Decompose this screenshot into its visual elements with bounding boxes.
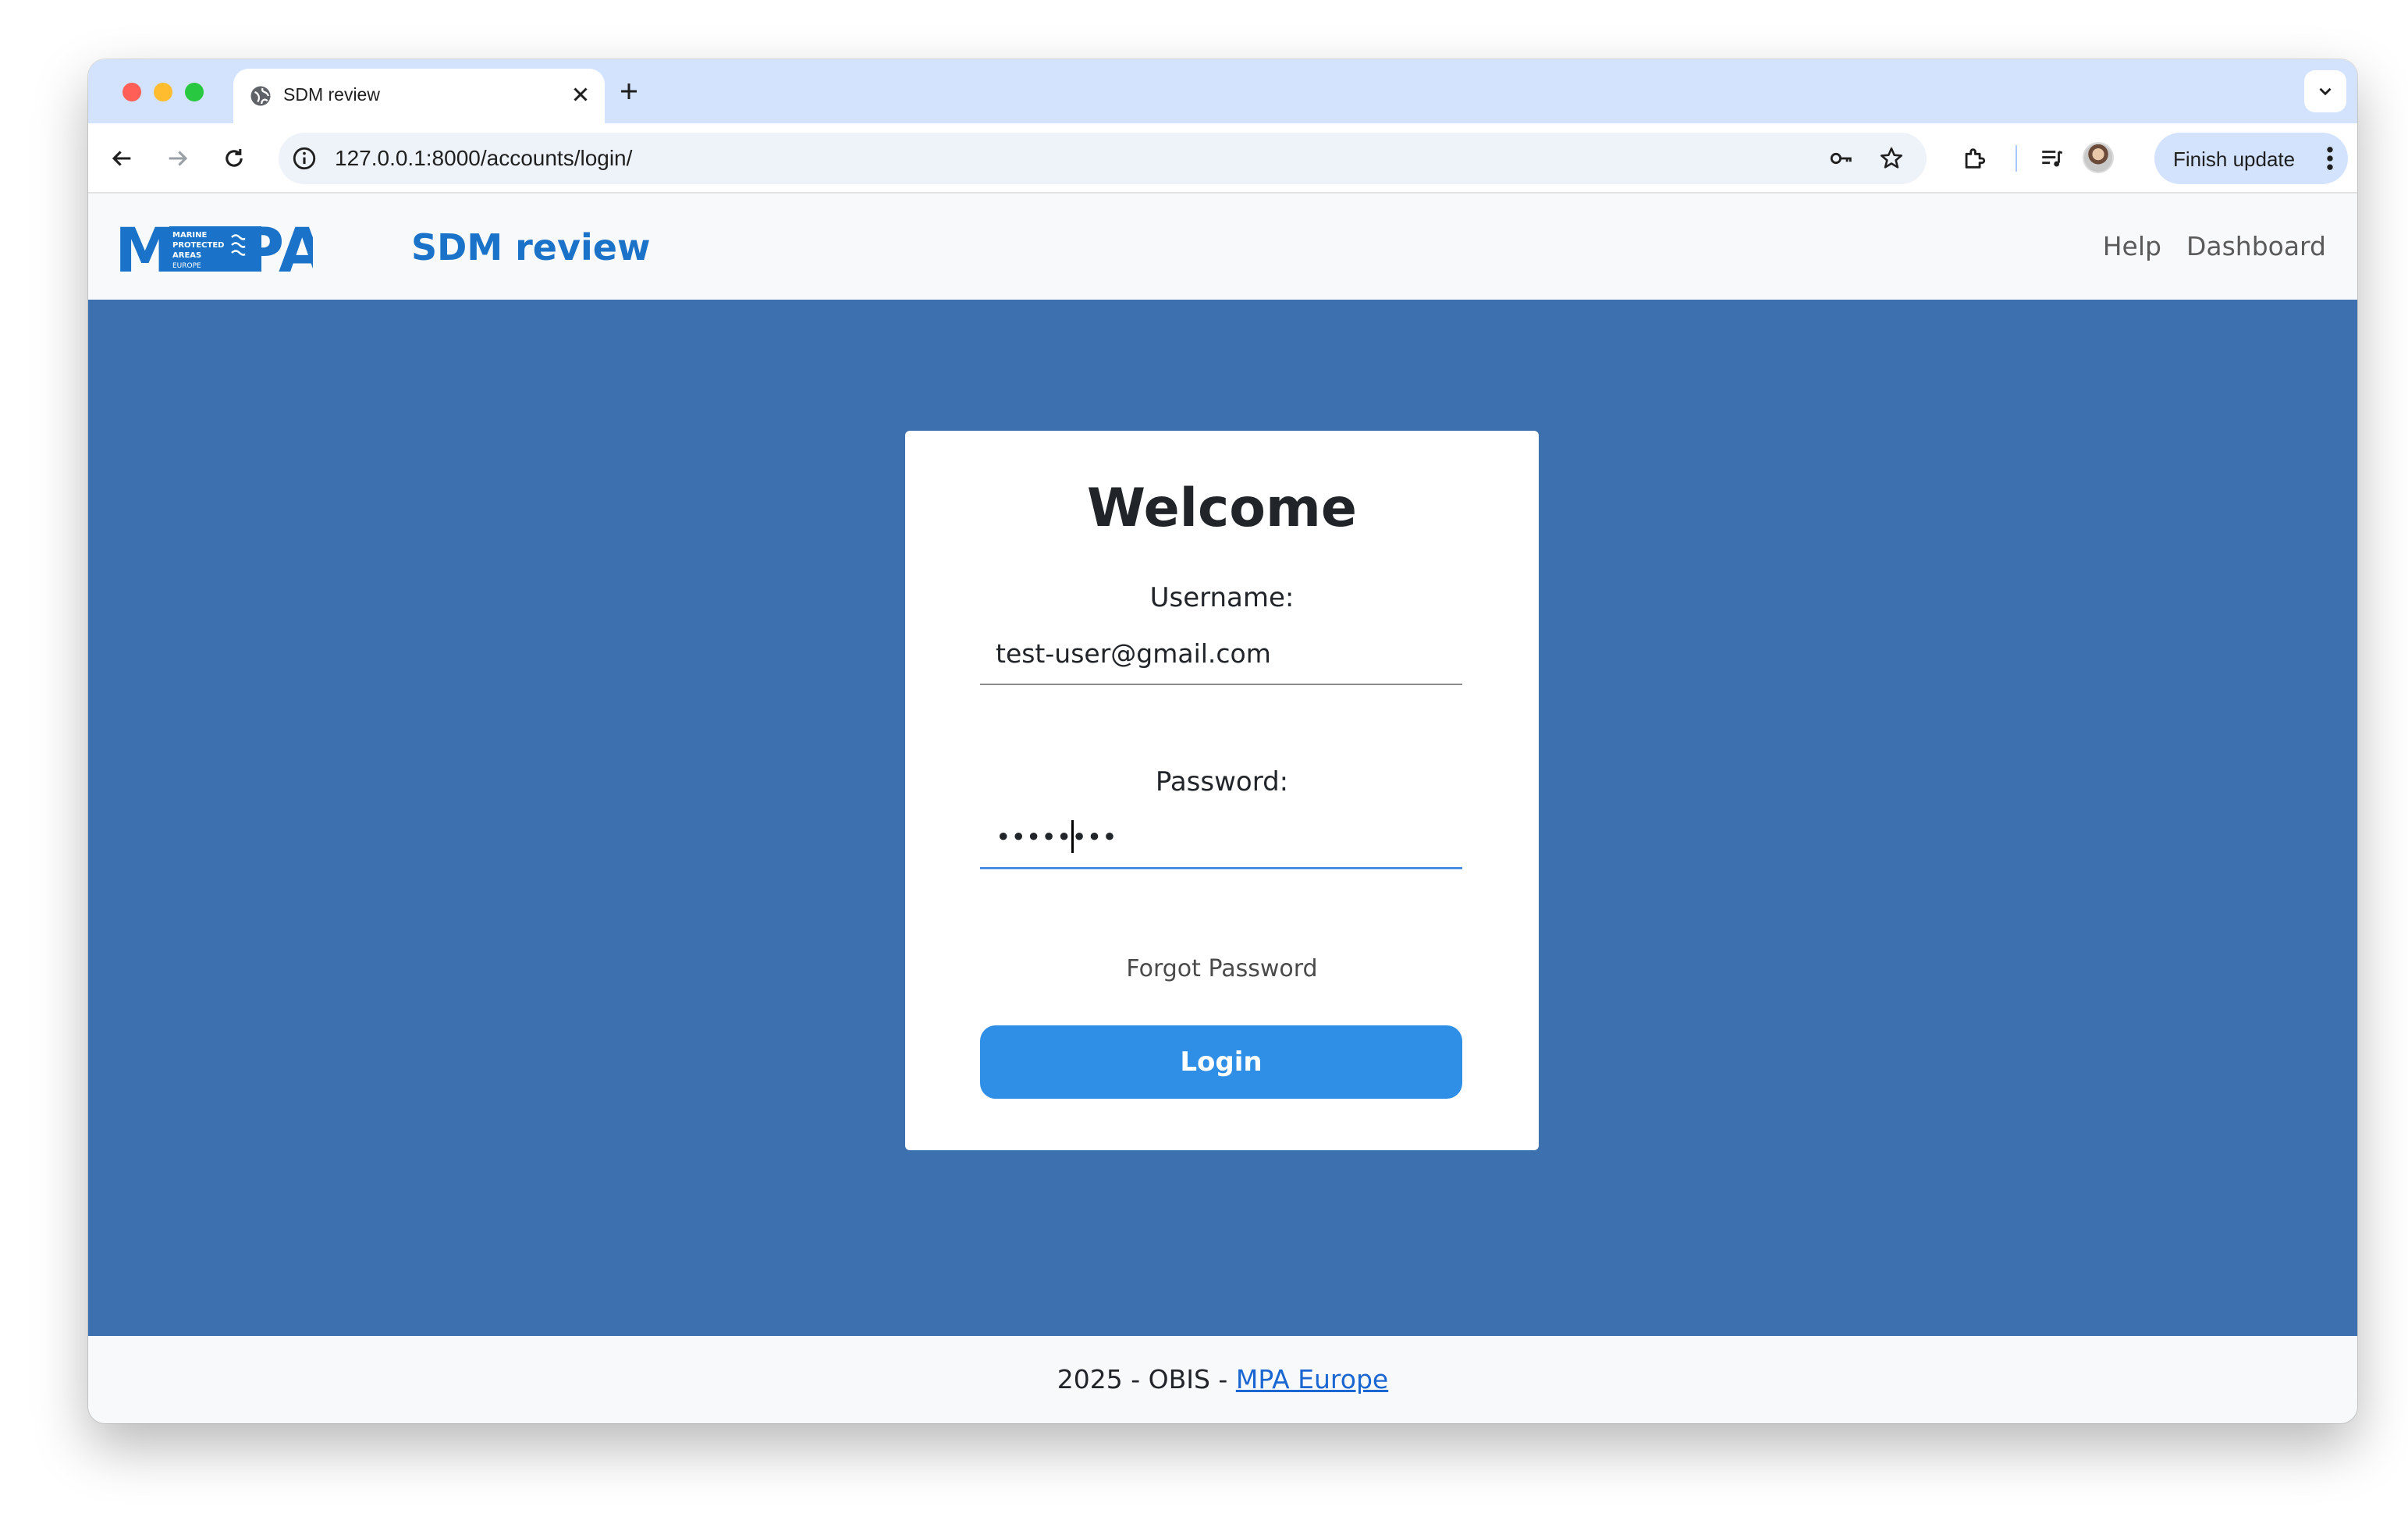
address-bar[interactable]: 127.0.0.1:8000/accounts/login/: [279, 133, 1927, 184]
browser-toolbar: 127.0.0.1:8000/accounts/login/ Finish up…: [88, 123, 2357, 194]
footer-text: 2025 - OBIS -: [1057, 1364, 1236, 1394]
finish-update-label: Finish update: [2173, 147, 2296, 171]
login-button[interactable]: Login: [980, 1025, 1462, 1099]
site-header: M MARINE PROTECTED AREAS EUROPE PA SDM r…: [88, 195, 2357, 300]
reload-icon[interactable]: [221, 145, 247, 172]
maximize-window-button[interactable]: [185, 83, 204, 101]
nav-help-link[interactable]: Help: [2103, 231, 2161, 261]
extensions-icon[interactable]: [1961, 145, 1987, 172]
logo-letter-m: M: [115, 223, 176, 275]
text-caret: [1071, 820, 1074, 853]
page-content: M MARINE PROTECTED AREAS EUROPE PA SDM r…: [88, 195, 2357, 1423]
svg-text:PROTECTED: PROTECTED: [172, 241, 224, 250]
svg-text:PA: PA: [240, 223, 313, 275]
new-tab-icon[interactable]: [617, 80, 641, 103]
more-vertical-icon: [2327, 147, 2333, 170]
profile-avatar[interactable]: [2083, 142, 2114, 173]
forward-arrow-icon[interactable]: [165, 145, 191, 172]
footer-mpa-europe-link[interactable]: MPA Europe: [1236, 1364, 1388, 1394]
finish-update-button[interactable]: Finish update: [2154, 133, 2348, 184]
close-window-button[interactable]: [123, 83, 141, 101]
minimize-window-button[interactable]: [154, 83, 172, 101]
site-brand[interactable]: SDM review: [411, 226, 650, 268]
site-info-icon[interactable]: [291, 145, 318, 172]
site-nav: Help Dashboard: [2103, 231, 2326, 261]
close-tab-icon[interactable]: [569, 83, 592, 106]
password-label: Password:: [1155, 766, 1289, 798]
nav-dashboard-link[interactable]: Dashboard: [2186, 231, 2326, 261]
password-input[interactable]: [980, 807, 1462, 869]
browser-window: SDM review 127.0.0.1:8000/accounts/login…: [88, 59, 2357, 1423]
site-footer: 2025 - OBIS - MPA Europe: [88, 1336, 2357, 1423]
bookmark-star-icon[interactable]: [1878, 145, 1905, 172]
svg-text:EUROPE: EUROPE: [172, 262, 201, 270]
username-label: Username:: [1149, 582, 1295, 613]
forgot-password-link[interactable]: Forgot Password: [905, 955, 1539, 982]
login-section: Welcome Username: Password: Forgot Passw…: [88, 300, 2357, 1336]
chevron-down-icon: [2319, 87, 2332, 96]
welcome-heading: Welcome: [1086, 478, 1357, 539]
tab-title: SDM review: [283, 84, 380, 105]
browser-tab[interactable]: SDM review: [233, 69, 605, 123]
username-input[interactable]: [980, 623, 1462, 685]
svg-text:AREAS: AREAS: [172, 251, 201, 260]
tab-strip: SDM review: [88, 59, 2357, 123]
svg-text:MARINE: MARINE: [172, 231, 207, 240]
key-icon[interactable]: [1828, 145, 1855, 172]
mpa-europe-logo[interactable]: M MARINE PROTECTED AREAS EUROPE PA: [115, 223, 313, 275]
tab-search-button[interactable]: [2304, 70, 2346, 112]
url-text: 127.0.0.1:8000/accounts/login/: [335, 146, 633, 170]
toolbar-divider: [2016, 145, 2017, 172]
login-card: Welcome Username: Password: Forgot Passw…: [905, 431, 1539, 1150]
globe-icon: [250, 86, 271, 106]
media-controls-icon[interactable]: [2039, 145, 2065, 172]
back-arrow-icon[interactable]: [108, 145, 135, 172]
